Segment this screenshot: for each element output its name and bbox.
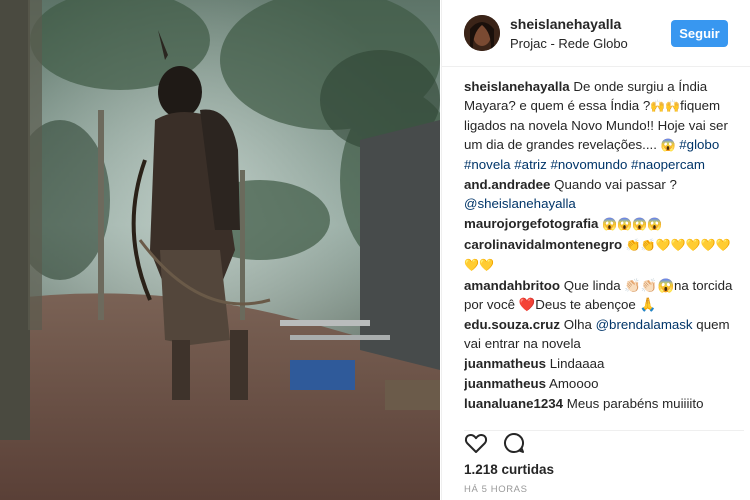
post-details-panel: sheislanehayalla Projac - Rede Globo Seg… bbox=[441, 0, 750, 500]
list-item: luanaluane1234 Meus parabéns muiiiito bbox=[464, 394, 738, 413]
post-photo[interactable] bbox=[0, 0, 440, 500]
comment-username[interactable]: juanmatheus bbox=[464, 376, 546, 391]
caption-emoji: 🙌🙌 bbox=[650, 99, 681, 113]
comment-username[interactable]: juanmatheus bbox=[464, 356, 546, 371]
list-item: amandahbritoo Que linda 👏🏻👏🏻😱na torcida … bbox=[464, 276, 738, 314]
comments-list[interactable]: sheislanehayalla De onde surgiu a Índia … bbox=[464, 77, 738, 420]
comment-text: Quando vai passar ? bbox=[554, 177, 677, 192]
list-item: juanmatheus Lindaaaa bbox=[464, 354, 738, 373]
comment-username[interactable]: and.andradee bbox=[464, 177, 550, 192]
comment-text: Olha bbox=[563, 317, 592, 332]
comment-mention[interactable]: @sheislanehayalla bbox=[464, 196, 576, 211]
likes-count[interactable]: 1.218 curtidas bbox=[464, 462, 554, 477]
header-location[interactable]: Projac - Rede Globo bbox=[510, 36, 628, 51]
comment-icon[interactable] bbox=[502, 431, 526, 455]
list-item: edu.souza.cruz Olha @brendalamask quem v… bbox=[464, 315, 738, 353]
caption-emoji-2: 😱 bbox=[660, 138, 676, 152]
post-timestamp: HÁ 5 HORAS bbox=[464, 484, 528, 495]
list-item: maurojorgefotografia 😱😱😱😱 bbox=[464, 214, 738, 234]
avatar[interactable] bbox=[464, 15, 500, 51]
list-item: juanmatheus Amoooo bbox=[464, 374, 738, 393]
instagram-post: sheislanehayalla Projac - Rede Globo Seg… bbox=[0, 0, 750, 500]
comment-text: Meus parabéns muiiiito bbox=[566, 396, 704, 411]
comment-username[interactable]: luanaluane1234 bbox=[464, 396, 563, 411]
comment-text: Amoooo bbox=[548, 376, 599, 391]
comment-text: Lindaaaa bbox=[549, 356, 605, 371]
comment-username[interactable]: amandahbritoo bbox=[464, 278, 560, 293]
caption: sheislanehayalla De onde surgiu a Índia … bbox=[464, 77, 738, 174]
heart-icon[interactable] bbox=[464, 431, 488, 455]
comment-text: 😱😱😱😱 bbox=[602, 217, 662, 231]
list-item: carolinavidalmontenegro 👏👏💛💛💛💛💛💛💛 bbox=[464, 235, 738, 275]
header-username[interactable]: sheislanehayalla bbox=[510, 16, 621, 32]
caption-username[interactable]: sheislanehayalla bbox=[464, 79, 570, 94]
comment-username[interactable]: carolinavidalmontenegro bbox=[464, 237, 622, 252]
comment-mention[interactable]: @brendalamask bbox=[596, 317, 693, 332]
list-item: and.andradee Quando vai passar ? @sheisl… bbox=[464, 175, 738, 213]
action-bar bbox=[464, 430, 744, 457]
follow-button[interactable]: Seguir bbox=[671, 20, 728, 47]
comment-username[interactable]: maurojorgefotografia bbox=[464, 216, 598, 231]
post-header: sheislanehayalla Projac - Rede Globo Seg… bbox=[442, 0, 750, 67]
forest-scene-image bbox=[0, 0, 440, 500]
comment-username[interactable]: edu.souza.cruz bbox=[464, 317, 560, 332]
